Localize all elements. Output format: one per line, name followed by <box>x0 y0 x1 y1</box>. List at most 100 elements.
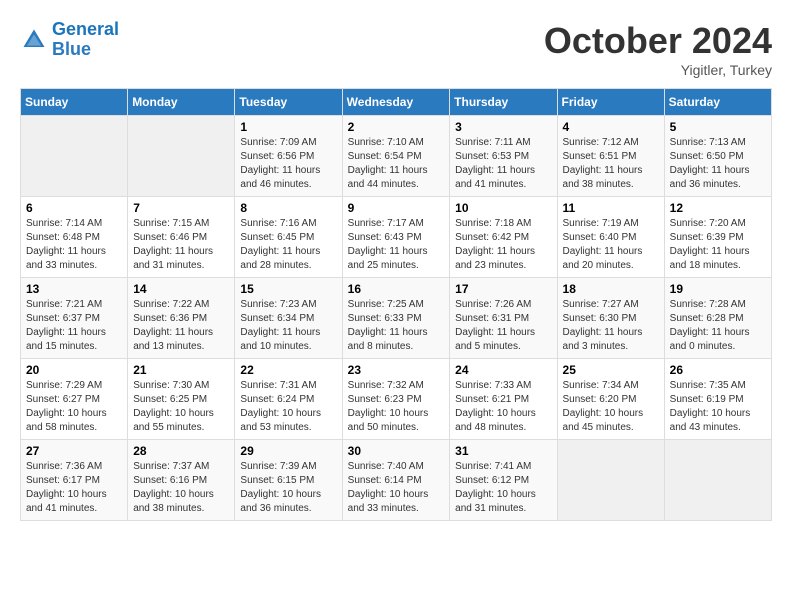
month-title: October 2024 <box>544 20 772 62</box>
day-info: Sunrise: 7:20 AM Sunset: 6:39 PM Dayligh… <box>670 217 766 273</box>
calendar-cell: 28 Sunrise: 7:37 AM Sunset: 6:16 PM Dayli… <box>128 440 235 521</box>
day-info: Sunrise: 7:12 AM Sunset: 6:51 PM Dayligh… <box>563 136 659 192</box>
day-number: 17 <box>455 282 551 296</box>
page-header: General Blue October 2024 Yigitler, Turk… <box>20 20 772 78</box>
logo-icon <box>20 26 48 54</box>
day-number: 2 <box>348 120 445 134</box>
calendar-cell: 29 Sunrise: 7:39 AM Sunset: 6:15 PM Dayli… <box>235 440 342 521</box>
calendar-cell <box>128 116 235 197</box>
day-number: 12 <box>670 201 766 215</box>
calendar-cell: 31Sunrise: 7:41 AM Sunset: 6:12 PM Dayli… <box>450 440 557 521</box>
day-number: 5 <box>670 120 766 134</box>
day-info: Sunrise: 7:18 AM Sunset: 6:42 PM Dayligh… <box>455 217 551 273</box>
calendar-cell: 15 Sunrise: 7:23 AM Sunset: 6:34 PM Dayli… <box>235 278 342 359</box>
weekday-header-row: SundayMondayTuesdayWednesdayThursdayFrid… <box>21 89 772 116</box>
calendar-cell: 18Sunrise: 7:27 AM Sunset: 6:30 PM Dayli… <box>557 278 664 359</box>
day-info: Sunrise: 7:28 AM Sunset: 6:28 PM Dayligh… <box>670 298 766 354</box>
calendar-cell: 17Sunrise: 7:26 AM Sunset: 6:31 PM Dayli… <box>450 278 557 359</box>
calendar-cell: 10 Sunrise: 7:18 AM Sunset: 6:42 PM Dayli… <box>450 197 557 278</box>
calendar-cell: 7 Sunrise: 7:15 AM Sunset: 6:46 PM Daylig… <box>128 197 235 278</box>
weekday-header-cell: Tuesday <box>235 89 342 116</box>
day-number: 14 <box>133 282 229 296</box>
day-number: 28 <box>133 444 229 458</box>
calendar-week-row: 13Sunrise: 7:21 AM Sunset: 6:37 PM Dayli… <box>21 278 772 359</box>
day-info: Sunrise: 7:32 AM Sunset: 6:23 PM Dayligh… <box>348 379 445 435</box>
day-number: 3 <box>455 120 551 134</box>
day-number: 20 <box>26 363 122 377</box>
day-info: Sunrise: 7:37 AM Sunset: 6:16 PM Dayligh… <box>133 460 229 516</box>
day-number: 25 <box>563 363 659 377</box>
calendar-cell: 26Sunrise: 7:35 AM Sunset: 6:19 PM Dayli… <box>664 359 771 440</box>
day-number: 4 <box>563 120 659 134</box>
calendar-cell: 24Sunrise: 7:33 AM Sunset: 6:21 PM Dayli… <box>450 359 557 440</box>
day-number: 30 <box>348 444 445 458</box>
calendar-table: SundayMondayTuesdayWednesdayThursdayFrid… <box>20 88 772 521</box>
day-number: 16 <box>348 282 445 296</box>
day-info: Sunrise: 7:17 AM Sunset: 6:43 PM Dayligh… <box>348 217 445 273</box>
calendar-cell: 13Sunrise: 7:21 AM Sunset: 6:37 PM Dayli… <box>21 278 128 359</box>
logo-text: General Blue <box>52 20 119 60</box>
day-info: Sunrise: 7:25 AM Sunset: 6:33 PM Dayligh… <box>348 298 445 354</box>
day-number: 31 <box>455 444 551 458</box>
title-section: October 2024 Yigitler, Turkey <box>544 20 772 78</box>
calendar-cell: 6Sunrise: 7:14 AM Sunset: 6:48 PM Daylig… <box>21 197 128 278</box>
day-info: Sunrise: 7:10 AM Sunset: 6:54 PM Dayligh… <box>348 136 445 192</box>
location-subtitle: Yigitler, Turkey <box>544 62 772 78</box>
calendar-week-row: 20 Sunrise: 7:29 AM Sunset: 6:27 PM Dayli… <box>21 359 772 440</box>
day-info: Sunrise: 7:31 AM Sunset: 6:24 PM Dayligh… <box>240 379 336 435</box>
calendar-cell: 21 Sunrise: 7:30 AM Sunset: 6:25 PM Dayli… <box>128 359 235 440</box>
day-info: Sunrise: 7:29 AM Sunset: 6:27 PM Dayligh… <box>26 379 122 435</box>
weekday-header-cell: Monday <box>128 89 235 116</box>
day-info: Sunrise: 7:22 AM Sunset: 6:36 PM Dayligh… <box>133 298 229 354</box>
calendar-cell: 1Sunrise: 7:09 AM Sunset: 6:56 PM Daylig… <box>235 116 342 197</box>
day-number: 22 <box>240 363 336 377</box>
day-number: 10 <box>455 201 551 215</box>
day-info: Sunrise: 7:39 AM Sunset: 6:15 PM Dayligh… <box>240 460 336 516</box>
day-number: 9 <box>348 201 445 215</box>
day-number: 15 <box>240 282 336 296</box>
day-number: 21 <box>133 363 229 377</box>
day-number: 11 <box>563 201 659 215</box>
day-info: Sunrise: 7:16 AM Sunset: 6:45 PM Dayligh… <box>240 217 336 273</box>
day-number: 27 <box>26 444 122 458</box>
day-number: 23 <box>348 363 445 377</box>
calendar-week-row: 6Sunrise: 7:14 AM Sunset: 6:48 PM Daylig… <box>21 197 772 278</box>
calendar-cell: 14 Sunrise: 7:22 AM Sunset: 6:36 PM Dayli… <box>128 278 235 359</box>
calendar-cell: 19 Sunrise: 7:28 AM Sunset: 6:28 PM Dayli… <box>664 278 771 359</box>
day-info: Sunrise: 7:19 AM Sunset: 6:40 PM Dayligh… <box>563 217 659 273</box>
calendar-cell: 23 Sunrise: 7:32 AM Sunset: 6:23 PM Dayli… <box>342 359 450 440</box>
logo: General Blue <box>20 20 119 60</box>
calendar-cell: 8Sunrise: 7:16 AM Sunset: 6:45 PM Daylig… <box>235 197 342 278</box>
calendar-cell: 2 Sunrise: 7:10 AM Sunset: 6:54 PM Daylig… <box>342 116 450 197</box>
day-number: 26 <box>670 363 766 377</box>
calendar-cell: 16 Sunrise: 7:25 AM Sunset: 6:33 PM Dayli… <box>342 278 450 359</box>
calendar-cell: 20 Sunrise: 7:29 AM Sunset: 6:27 PM Dayli… <box>21 359 128 440</box>
day-info: Sunrise: 7:34 AM Sunset: 6:20 PM Dayligh… <box>563 379 659 435</box>
day-info: Sunrise: 7:23 AM Sunset: 6:34 PM Dayligh… <box>240 298 336 354</box>
weekday-header-cell: Friday <box>557 89 664 116</box>
day-number: 29 <box>240 444 336 458</box>
weekday-header-cell: Thursday <box>450 89 557 116</box>
day-info: Sunrise: 7:09 AM Sunset: 6:56 PM Dayligh… <box>240 136 336 192</box>
day-info: Sunrise: 7:40 AM Sunset: 6:14 PM Dayligh… <box>348 460 445 516</box>
calendar-cell: 5Sunrise: 7:13 AM Sunset: 6:50 PM Daylig… <box>664 116 771 197</box>
day-number: 13 <box>26 282 122 296</box>
calendar-cell: 25 Sunrise: 7:34 AM Sunset: 6:20 PM Dayli… <box>557 359 664 440</box>
day-info: Sunrise: 7:30 AM Sunset: 6:25 PM Dayligh… <box>133 379 229 435</box>
calendar-week-row: 27Sunrise: 7:36 AM Sunset: 6:17 PM Dayli… <box>21 440 772 521</box>
calendar-week-row: 1Sunrise: 7:09 AM Sunset: 6:56 PM Daylig… <box>21 116 772 197</box>
day-info: Sunrise: 7:11 AM Sunset: 6:53 PM Dayligh… <box>455 136 551 192</box>
day-number: 19 <box>670 282 766 296</box>
calendar-cell: 9 Sunrise: 7:17 AM Sunset: 6:43 PM Daylig… <box>342 197 450 278</box>
day-number: 7 <box>133 201 229 215</box>
weekday-header-cell: Wednesday <box>342 89 450 116</box>
calendar-cell: 3 Sunrise: 7:11 AM Sunset: 6:53 PM Daylig… <box>450 116 557 197</box>
calendar-cell: 4 Sunrise: 7:12 AM Sunset: 6:51 PM Daylig… <box>557 116 664 197</box>
weekday-header-cell: Saturday <box>664 89 771 116</box>
day-number: 24 <box>455 363 551 377</box>
calendar-cell: 11 Sunrise: 7:19 AM Sunset: 6:40 PM Dayli… <box>557 197 664 278</box>
day-info: Sunrise: 7:15 AM Sunset: 6:46 PM Dayligh… <box>133 217 229 273</box>
calendar-cell: 12 Sunrise: 7:20 AM Sunset: 6:39 PM Dayli… <box>664 197 771 278</box>
day-info: Sunrise: 7:27 AM Sunset: 6:30 PM Dayligh… <box>563 298 659 354</box>
day-info: Sunrise: 7:14 AM Sunset: 6:48 PM Dayligh… <box>26 217 122 273</box>
